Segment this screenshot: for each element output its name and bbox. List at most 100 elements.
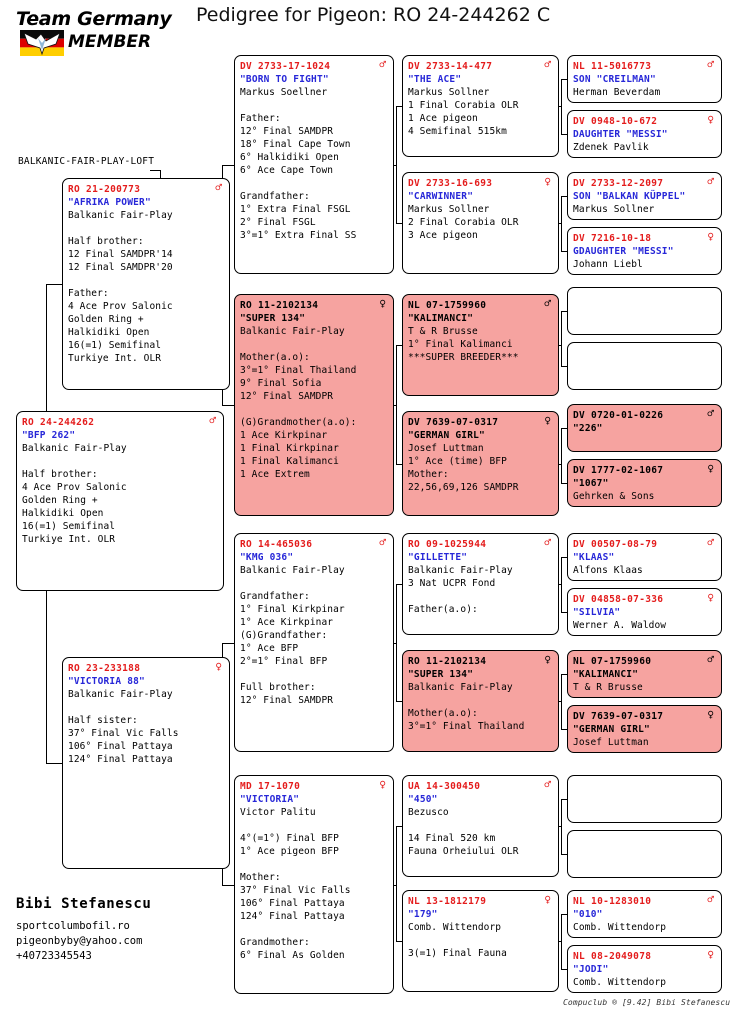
gen4-box-0[interactable]: NL 11-5016773 ♂ SON "CREILMAN" Herman Beverd… — [567, 55, 722, 103]
country-code: RO — [68, 184, 81, 195]
ring-number: RO 11-2102134 — [408, 655, 553, 668]
ring-digits: 23-233188 — [86, 663, 141, 674]
country-code: RO — [68, 663, 81, 674]
pigeon-achievements: Mother(a.o): 3°=1° Final Thailand — [408, 708, 525, 732]
male-symbol-icon: ♂ — [707, 175, 714, 188]
country-code: NL — [408, 896, 421, 907]
gen4-box-3[interactable]: DV 7216-10-18 ♀ GDAUGHTER "MESSI" Johann Lie… — [567, 227, 722, 275]
male-symbol-icon: ♂ — [544, 536, 551, 549]
ring-digits: 7639-07-0317 — [426, 417, 499, 428]
gen2-box-0[interactable]: DV 2733-17-1024 ♂ "BORN TO FIGHT" Markus Soe… — [234, 55, 394, 274]
connector-line — [561, 799, 562, 854]
country-code: DV — [408, 61, 421, 72]
pigeon-name: "450" — [408, 794, 438, 805]
female-symbol-icon: ♀ — [544, 653, 551, 666]
gen1-box-mother[interactable]: RO 23-233188 ♀ "VICTORIA 88" Balkanic Fair-P… — [62, 657, 230, 869]
gen4-box-15[interactable]: NL 08-2049078 ♀ "JODI" Comb. Wittendorp — [567, 945, 722, 993]
country-code: RO — [408, 539, 421, 550]
pigeon-owner: Herman Beverdam — [573, 87, 661, 98]
connector-line — [561, 914, 562, 969]
gen3-box-6[interactable]: UA 14-300450 ♂ "450" Bezusco 14 Final 520 km… — [402, 775, 559, 877]
pigeon-owner: Zdenek Pavlik — [573, 142, 649, 153]
subject-pigeon-box[interactable]: RO 24-244262 ♂ "BFP 262" Balkanic Fair-Play … — [16, 411, 224, 591]
pigeon-achievements: Grandfather: 1° Final Kirkpinar 1° Ace K… — [240, 591, 345, 706]
pigeon-name: "VICTORIA 88" — [68, 676, 145, 687]
gen4-box-5[interactable] — [567, 342, 722, 390]
connector-line — [396, 826, 397, 941]
pigeon-name: SON "CREILMAN" — [573, 74, 656, 85]
male-symbol-icon: ♂ — [707, 653, 714, 666]
pigeon-name: "BORN TO FIGHT" — [240, 74, 329, 85]
ring-digits: 04858-07-336 — [591, 594, 664, 605]
gen4-box-9[interactable]: DV 04858-07-336 ♀ "SILVIA" Werner A. Waldow — [567, 588, 722, 636]
female-symbol-icon: ♀ — [707, 462, 714, 475]
gen4-box-12[interactable] — [567, 775, 722, 823]
gen3-box-3[interactable]: DV 7639-07-0317 ♀ "GERMAN GIRL" Josef Luttma… — [402, 411, 559, 516]
german-flag-eagle-icon — [20, 30, 64, 56]
connector-line — [396, 106, 397, 223]
owner-email[interactable]: pigeonbyby@yahoo.com — [16, 934, 226, 949]
pigeon-name: "GERMAN GIRL" — [408, 430, 485, 441]
country-code: MD — [240, 781, 253, 792]
ring-digits: 10-1283010 — [591, 896, 652, 907]
pigeon-achievements: 14 Final 520 km Fauna Orheiului OLR — [408, 833, 519, 857]
ring-digits: 07-1759960 — [426, 300, 487, 311]
pigeon-name: "SUPER 134" — [240, 313, 306, 324]
pigeon-owner: Markus Soellner — [240, 87, 328, 98]
gen3-box-7[interactable]: NL 13-1812179 ♀ "179" Comb. Wittendorp 3(=1)… — [402, 890, 559, 992]
female-symbol-icon: ♀ — [544, 414, 551, 427]
ring-number: DV 2733-16-693 — [408, 177, 553, 190]
gen4-box-4[interactable] — [567, 287, 722, 335]
gen4-box-8[interactable]: DV 00507-08-79 ♂ "KLAAS" Alfons Klaas — [567, 533, 722, 581]
gen1-box-father[interactable]: RO 21-200773 ♂ "AFRIKA POWER" Balkanic Fair-… — [62, 178, 230, 390]
gen3-box-0[interactable]: DV 2733-14-477 ♂ "THE ACE" Markus Sollner 1 F… — [402, 55, 559, 157]
country-code: DV — [573, 465, 586, 476]
ring-number: NL 08-2049078 — [573, 950, 716, 963]
pigeon-owner: Balkanic Fair-Play — [408, 682, 513, 693]
gen4-box-13[interactable] — [567, 830, 722, 878]
country-code: RO — [408, 656, 421, 667]
gen3-box-4[interactable]: RO 09-1025944 ♂ "GILLETTE" Balkanic Fair-Pla… — [402, 533, 559, 635]
gen3-box-2[interactable]: NL 07-1759960 ♂ "KALIMANCI" T & R Brusse 1° F… — [402, 294, 559, 396]
logo-line-1: Team Germany — [16, 8, 172, 30]
male-symbol-icon: ♂ — [707, 407, 714, 420]
ring-number: DV 0720-01-0226 — [573, 409, 716, 422]
pigeon-name: "010" — [573, 909, 603, 920]
gen2-box-2[interactable]: RO 14-465036 ♂ "KMG 036" Balkanic Fair-Play … — [234, 533, 394, 752]
gen2-box-1[interactable]: RO 11-2102134 ♀ "SUPER 134" Balkanic Fair-Pl… — [234, 294, 394, 516]
gen4-box-6[interactable]: DV 0720-01-0226 ♂ "226" — [567, 404, 722, 452]
female-symbol-icon: ♀ — [544, 893, 551, 906]
gen2-box-3[interactable]: MD 17-1070 ♀ "VICTORIA" Victor Palitu 4°(=1°… — [234, 775, 394, 994]
pigeon-owner: Comb. Wittendorp — [573, 977, 667, 988]
country-code: DV — [573, 711, 586, 722]
gen4-box-11[interactable]: DV 7639-07-0317 ♀ "GERMAN GIRL" Josef Luttma… — [567, 705, 722, 753]
gen4-box-1[interactable]: DV 0948-10-672 ♀ DAUGHTER "MESSI" Zdenek Pav… — [567, 110, 722, 158]
male-symbol-icon: ♂ — [379, 58, 386, 71]
pigeon-owner: Bezusco — [408, 807, 449, 818]
gen4-box-2[interactable]: DV 2733-12-2097 ♂ SON "BALKAN KÜPPEL" Markus… — [567, 172, 722, 220]
ring-digits: 11-2102134 — [258, 300, 319, 311]
connector-line — [46, 284, 62, 285]
pigeon-owner: T & R Brusse — [573, 682, 643, 693]
gen4-box-10[interactable]: NL 07-1759960 ♂ "KALIMANCI" T & R Brusse — [567, 650, 722, 698]
female-symbol-icon: ♀ — [707, 591, 714, 604]
pigeon-achievements: Mother(a.o): 3°=1° Final Thailand 9° Fin… — [240, 352, 357, 480]
ring-number: UA 14-300450 — [408, 780, 553, 793]
pigeon-name: "KALIMANCI" — [573, 669, 639, 680]
pigeon-name: "SUPER 134" — [408, 669, 474, 680]
male-symbol-icon: ♂ — [209, 414, 216, 427]
gen3-box-5[interactable]: RO 11-2102134 ♀ "SUPER 134" Balkanic Fair-Pl… — [402, 650, 559, 752]
gen4-box-14[interactable]: NL 10-1283010 ♂ "010" Comb. Wittendorp — [567, 890, 722, 938]
female-symbol-icon: ♀ — [707, 113, 714, 126]
male-symbol-icon: ♂ — [707, 58, 714, 71]
ring-number: DV 2733-17-1024 — [240, 60, 388, 73]
gen4-box-7[interactable]: DV 1777-02-1067 ♀ "1067" Gehrken & Sons — [567, 459, 722, 507]
ring-number: DV 1777-02-1067 — [573, 464, 716, 477]
pigeon-name: GDAUGHTER "MESSI" — [573, 246, 674, 257]
owner-website[interactable]: sportcolumbofil.ro — [16, 919, 226, 934]
ring-digits: 11-5016773 — [591, 61, 652, 72]
gen3-box-1[interactable]: DV 2733-16-693 ♀ "CARWINNER" Markus Sollner 2… — [402, 172, 559, 274]
male-symbol-icon: ♂ — [379, 536, 386, 549]
pigeon-name: DAUGHTER "MESSI" — [573, 129, 668, 140]
pigeon-name: "BFP 262" — [22, 430, 76, 441]
